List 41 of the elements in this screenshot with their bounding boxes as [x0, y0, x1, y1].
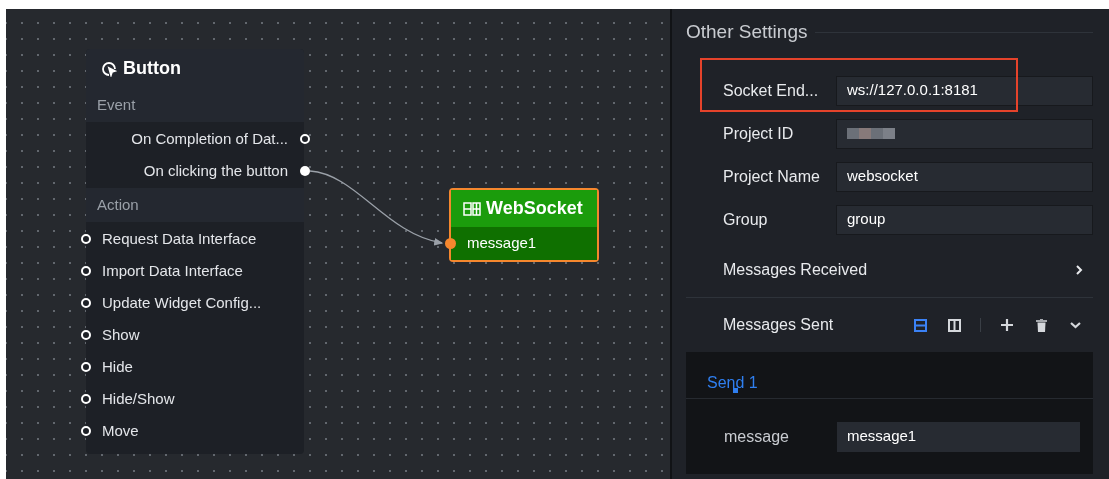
port-label: On clicking the button: [143, 160, 288, 181]
section-title: Other Settings: [686, 19, 808, 44]
widget-node[interactable]: Button Event On Completion of Dat... On clicking the button Action Request Data Interface Import Data Interface Update Widget Config... Show Hide Hide/Show Move: [86, 49, 304, 454]
port-label: Hide/Show: [102, 388, 175, 409]
chevron-right-icon: [1075, 265, 1083, 275]
node-title: WebSocket: [486, 197, 583, 220]
tab-indicator: [733, 388, 738, 393]
field-label: message: [724, 426, 790, 447]
text-field[interactable]: message1: [837, 421, 1080, 452]
port-label: Hide: [102, 356, 133, 377]
field-label: Project Name: [723, 166, 821, 187]
port-label: On Completion of Dat...: [131, 128, 288, 149]
node-title: Button: [123, 57, 181, 80]
rows-view-button[interactable]: [912, 317, 928, 333]
text-field[interactable]: websocket: [836, 161, 1093, 192]
chevron-down-icon: [1069, 321, 1081, 329]
section-header: Event: [86, 88, 304, 122]
tab[interactable]: Send 1: [707, 352, 758, 398]
add-button[interactable]: [999, 317, 1015, 333]
port-label: Show: [102, 324, 140, 345]
field-label: Project ID: [723, 123, 795, 144]
columns-view-button[interactable]: [946, 317, 962, 333]
port-label: message1: [467, 233, 537, 254]
port-label: Import Data Interface: [102, 260, 243, 281]
collapse-header[interactable]: Messages Received: [686, 243, 1093, 298]
port-label: Move: [102, 420, 139, 441]
grid-icon: [463, 201, 481, 216]
redacted-field[interactable]: [836, 118, 1093, 149]
port-label: Update Widget Config...: [102, 292, 262, 313]
section-header: Action: [86, 188, 304, 222]
pointer-icon: [101, 60, 117, 77]
text-field[interactable]: group: [836, 204, 1093, 235]
text-field[interactable]: ws://127.0.0.1:8181: [836, 75, 1093, 106]
blurred-value: [847, 128, 895, 139]
trash-button[interactable]: [1033, 317, 1049, 333]
port-label: Request Data Interface: [102, 228, 257, 249]
field-label: Group: [723, 209, 769, 230]
websocket-node[interactable]: WebSocket message1: [449, 188, 599, 262]
section-label: Messages Sent: [723, 315, 835, 335]
section-label: Messages Received: [723, 260, 868, 280]
field-label: Socket End...: [723, 80, 820, 101]
